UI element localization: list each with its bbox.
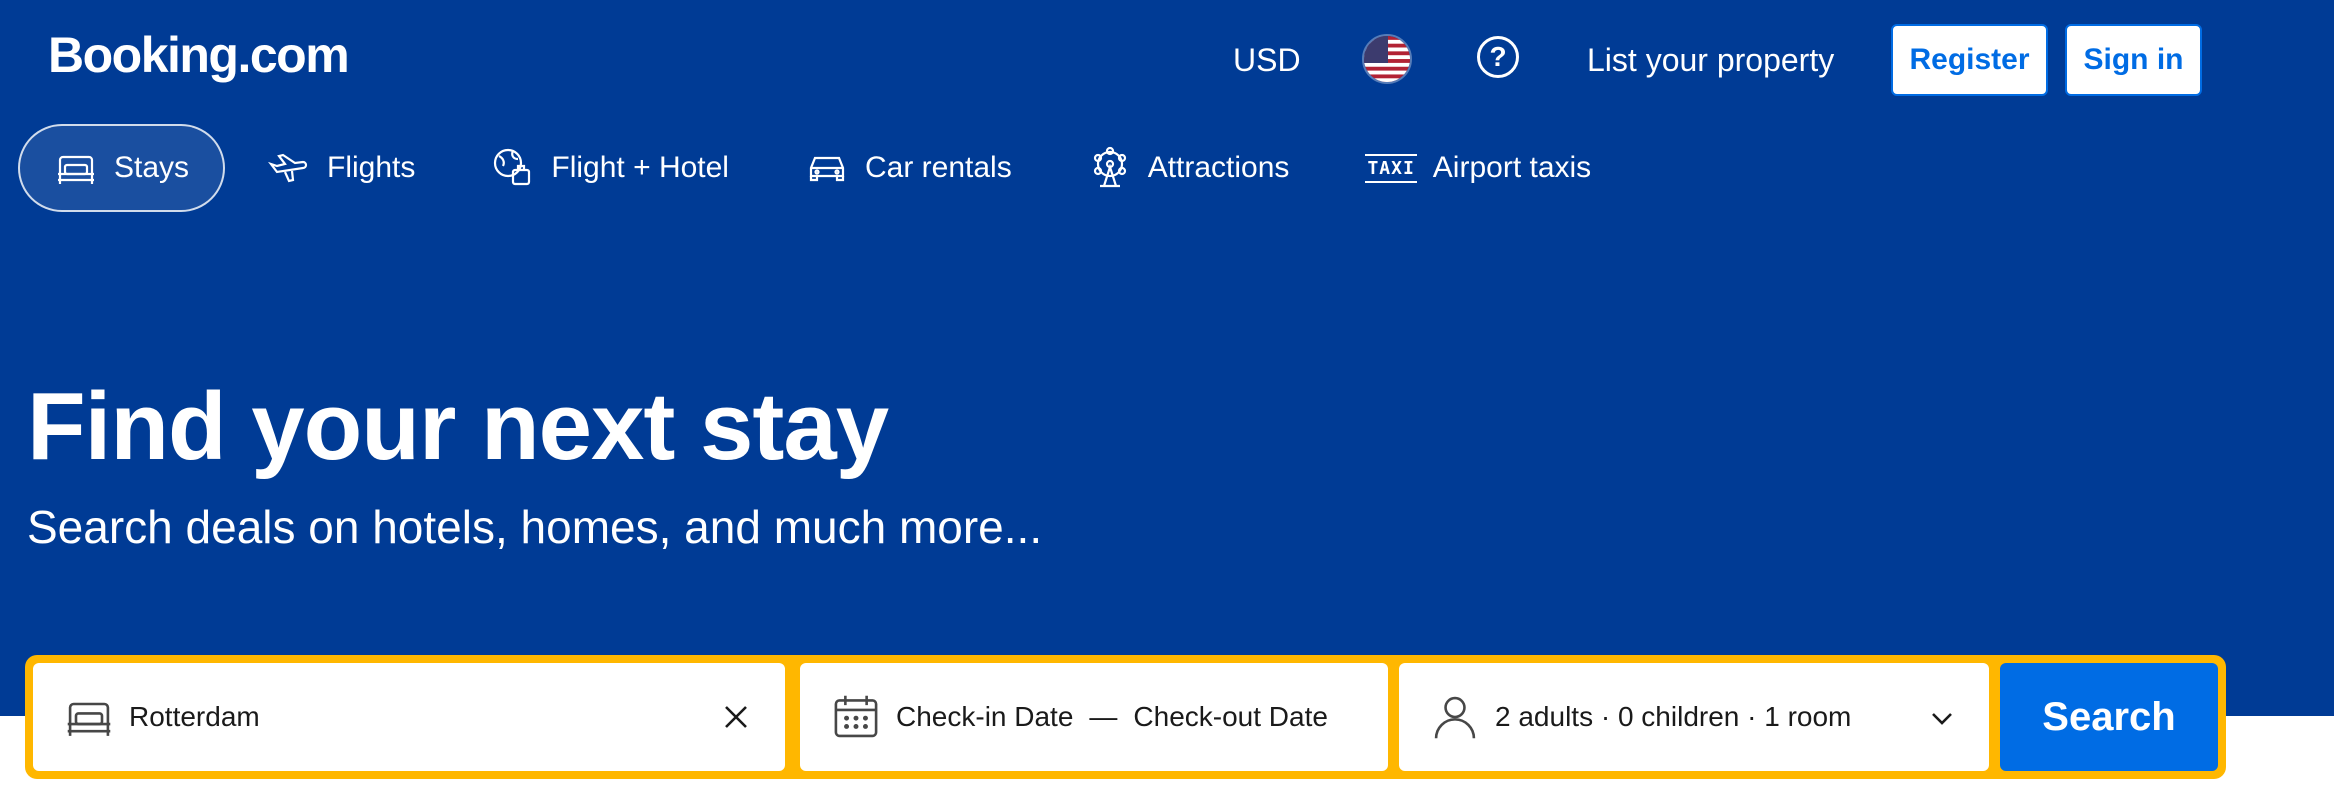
ferris-wheel-icon <box>1093 146 1126 188</box>
globe-luggage-icon <box>494 148 531 186</box>
page-title: Find your next stay <box>27 373 889 480</box>
date-separator: — <box>1089 701 1118 732</box>
booking-logo[interactable]: Booking.com <box>48 26 350 84</box>
tab-label: Attractions <box>1147 151 1290 184</box>
tab-label: Stays <box>114 151 190 184</box>
tab-flight-hotel[interactable]: Flight + Hotel <box>457 124 763 212</box>
checkout-date[interactable]: Check-out Date <box>1133 701 1328 733</box>
destination-field[interactable]: Rotterdam <box>33 663 785 771</box>
chevron-down-icon[interactable] <box>1929 705 1955 731</box>
question-circle-icon[interactable]: ? <box>1477 36 1519 78</box>
plane-icon <box>268 153 308 183</box>
tab-label: Flights <box>327 151 416 184</box>
tab-stays[interactable]: Stays <box>18 124 226 212</box>
close-icon[interactable] <box>722 703 750 731</box>
tab-attractions[interactable]: Attractions <box>1054 124 1324 212</box>
tab-label: Car rentals <box>864 151 1012 184</box>
tab-car-rentals[interactable]: Car rentals <box>771 124 1046 212</box>
product-tabs: Stays Flights Flight + Hotel Car rentals… <box>18 124 1633 212</box>
register-button[interactable]: Register <box>1891 24 2048 96</box>
destination-input[interactable]: Rotterdam <box>129 701 260 733</box>
search-button[interactable]: Search <box>2000 663 2218 771</box>
occupancy-summary: 2 adults · 0 children · 1 room <box>1495 701 1852 732</box>
car-icon <box>809 156 845 182</box>
calendar-icon <box>834 695 878 738</box>
us-flag-icon[interactable] <box>1362 34 1412 84</box>
tab-label: Flight + Hotel <box>551 151 729 184</box>
person-icon <box>1434 696 1476 739</box>
tab-airport-taxis[interactable]: TAXI Airport taxis <box>1331 124 1625 212</box>
occupancy-field[interactable]: 2 adults · 0 children · 1 room <box>1399 663 1989 771</box>
tab-flights[interactable]: Flights <box>233 124 449 212</box>
hero-banner: Booking.com USD ? List your property Reg… <box>0 0 2334 716</box>
tab-label: Airport taxis <box>1432 151 1592 184</box>
page-subtitle: Search deals on hotels, homes, and much … <box>27 501 1043 553</box>
sign-in-button[interactable]: Sign in <box>2065 24 2202 96</box>
date-range-field[interactable]: Check-in Date — Check-out Date <box>800 663 1388 771</box>
taxi-icon: TAXI <box>1365 153 1417 183</box>
currency-selector[interactable]: USD <box>1233 42 1301 79</box>
search-bar: Rotterdam Check-in Date — Check-out Date… <box>25 655 2226 779</box>
bed-icon <box>58 155 94 184</box>
bed-icon <box>67 702 111 736</box>
list-property-link[interactable]: List your property <box>1587 42 1834 79</box>
checkin-date[interactable]: Check-in Date <box>896 701 1073 733</box>
